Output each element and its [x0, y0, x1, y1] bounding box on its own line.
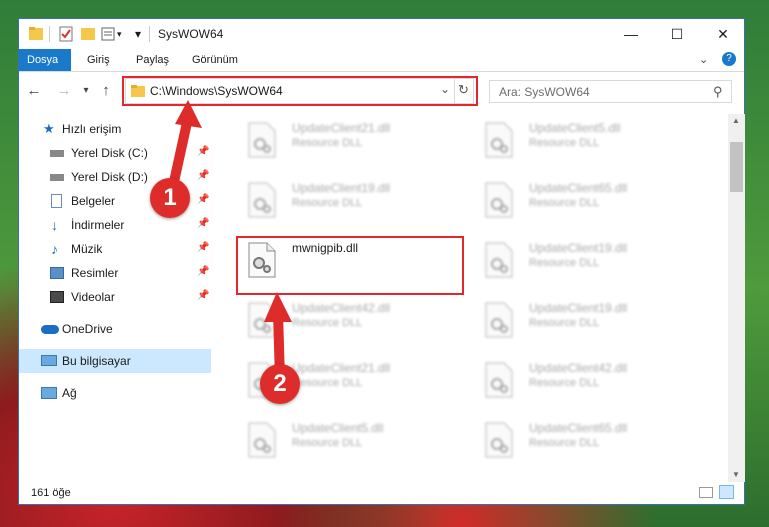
- annotation-arrowhead-2: [264, 292, 292, 322]
- annotation-arrowhead-1: [175, 100, 202, 128]
- step-badge-2: 2: [260, 364, 300, 404]
- step-badge-1: 1: [150, 178, 190, 218]
- annotation-overlay: [165, 100, 292, 385]
